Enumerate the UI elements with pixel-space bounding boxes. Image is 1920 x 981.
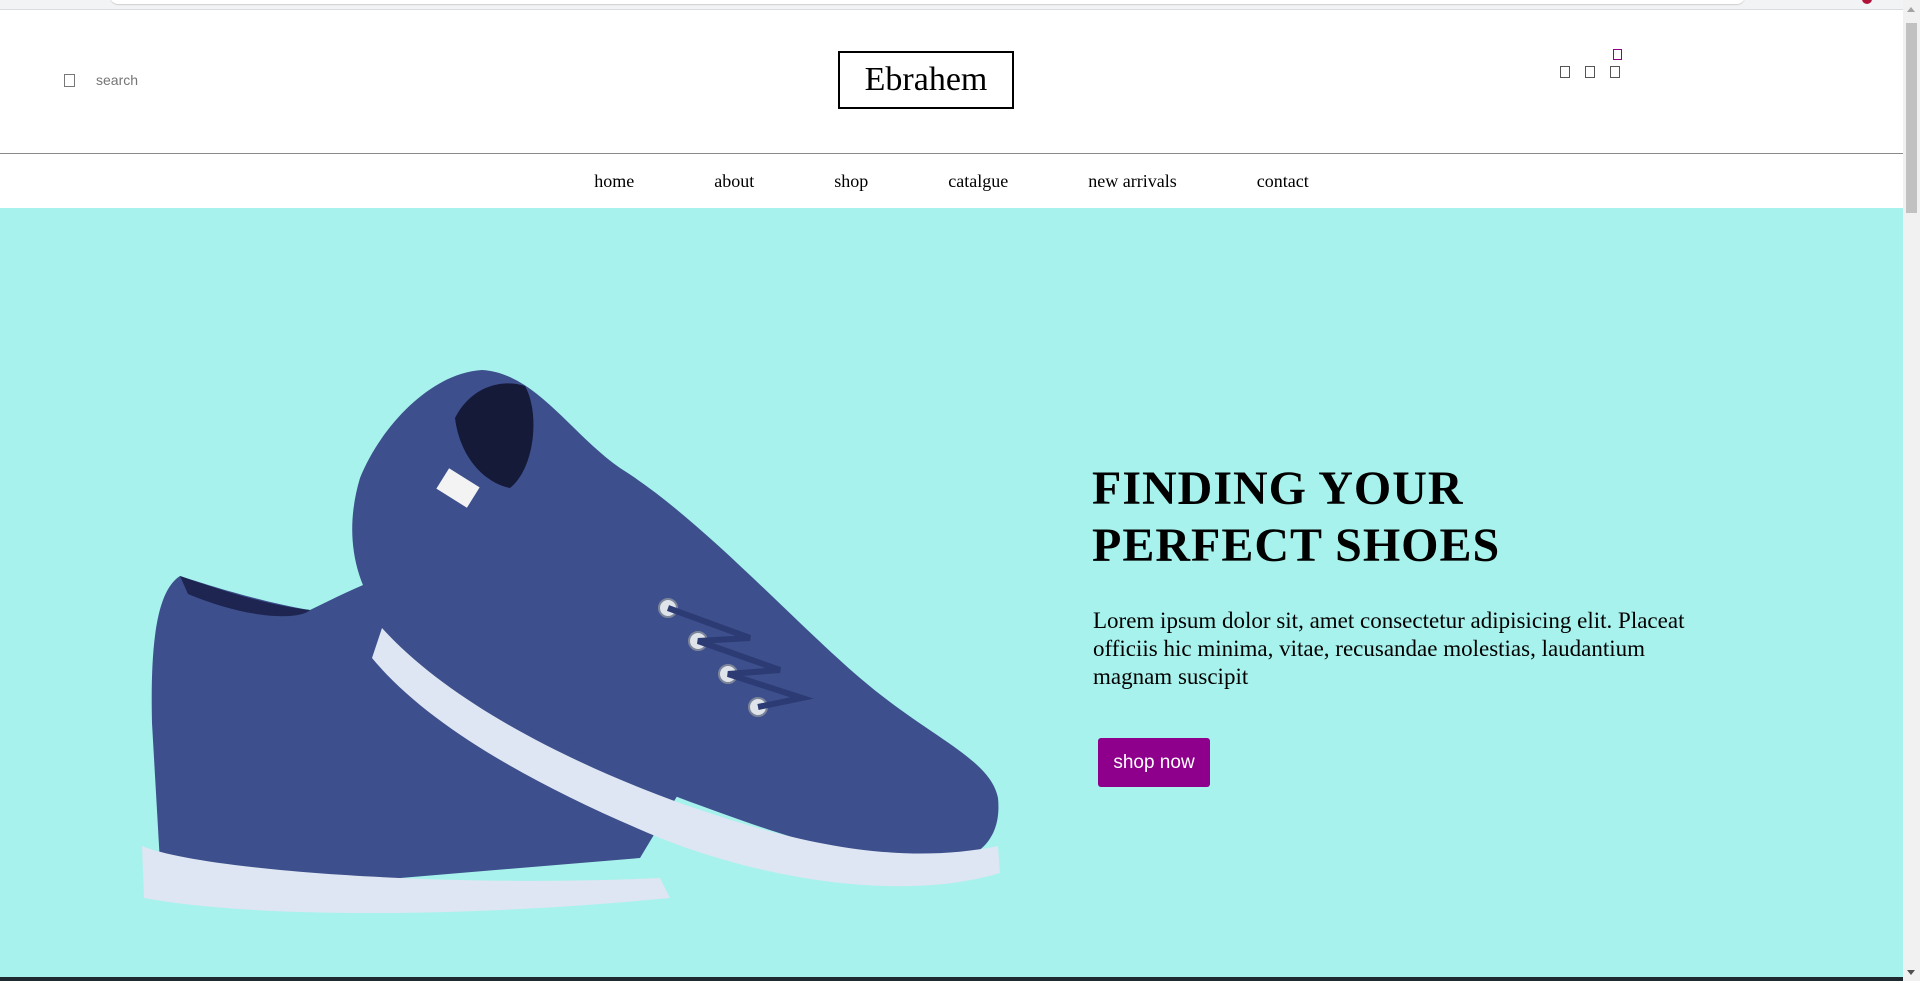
hero-section: FINDING YOUR PERFECT SHOES Lorem ipsum d… <box>0 208 1903 981</box>
search-placeholder[interactable]: search <box>96 72 138 88</box>
address-bar[interactable] <box>110 0 1745 4</box>
search-icon[interactable] <box>64 73 75 87</box>
hero-shoe-image <box>142 370 1000 914</box>
profile-dot[interactable] <box>1862 0 1872 4</box>
hero-title: FINDING YOUR PERFECT SHOES <box>1092 460 1652 574</box>
site-header: search Ebrahem <box>0 10 1903 154</box>
nav-contact[interactable]: contact <box>1257 171 1309 192</box>
site-logo[interactable]: Ebrahem <box>838 51 1014 109</box>
browser-top-strip <box>0 0 1903 10</box>
scroll-up-icon[interactable] <box>1907 7 1915 12</box>
page-bottom-edge <box>0 977 1903 981</box>
cart-icon[interactable] <box>1610 49 1622 78</box>
hero-title-line1: FINDING YOUR <box>1092 462 1464 515</box>
header-icons <box>1560 49 1622 78</box>
search-box[interactable]: search <box>64 72 138 88</box>
heart-icon[interactable] <box>1585 66 1595 78</box>
scrollbar-thumb[interactable] <box>1906 23 1917 213</box>
shop-now-button[interactable]: shop now <box>1098 738 1210 787</box>
nav-catalogue[interactable]: catalgue <box>948 171 1008 192</box>
page-scrollbar[interactable] <box>1903 0 1920 981</box>
nav-shop[interactable]: shop <box>834 171 868 192</box>
nav-about[interactable]: about <box>714 171 754 192</box>
cart-badge-icon <box>1613 49 1622 60</box>
hero-title-line2: PERFECT SHOES <box>1092 519 1501 572</box>
nav-home[interactable]: home <box>594 171 634 192</box>
hero-description: Lorem ipsum dolor sit, amet consectetur … <box>1093 608 1685 689</box>
main-nav: home about shop catalgue new arrivals co… <box>0 154 1903 208</box>
nav-new-arrivals[interactable]: new arrivals <box>1088 171 1176 192</box>
scroll-down-icon[interactable] <box>1907 970 1915 975</box>
user-icon[interactable] <box>1560 66 1570 78</box>
